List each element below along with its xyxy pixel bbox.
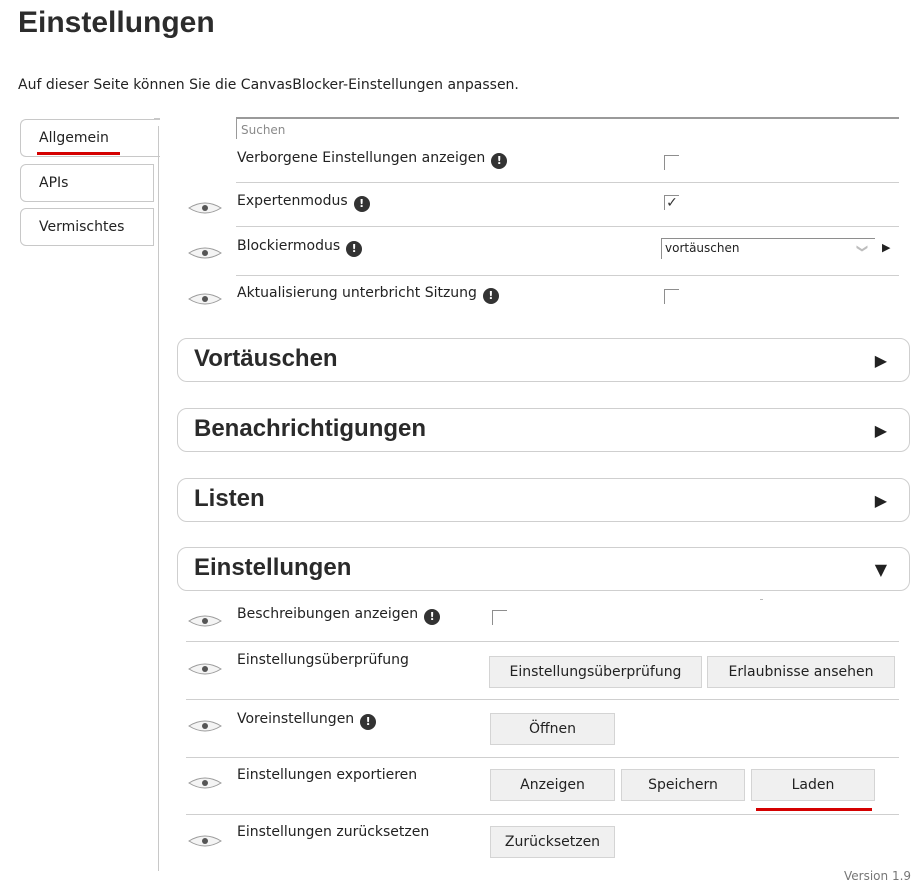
eye-icon[interactable] [188,612,222,630]
hidden-settings-label: Verborgene Einstellungen anzeigen! [237,150,508,169]
info-icon[interactable]: ! [353,196,370,212]
load-button-highlight [756,808,872,811]
info-icon[interactable]: ! [346,241,363,257]
eye-icon[interactable] [188,774,222,792]
section-benachrichtigungen[interactable]: Benachrichtigungen ▶ [177,408,910,452]
eye-icon[interactable] [188,832,222,850]
section-title: Listen [194,485,265,512]
tab-apis[interactable]: APIs [20,164,154,202]
info-icon[interactable]: ! [360,714,377,730]
info-icon[interactable]: ! [424,609,441,625]
section-title: Vortäuschen [194,345,338,372]
expand-arrow-icon: ▶ [874,491,887,510]
section-einstellungen[interactable]: Einstellungen ▼ [177,547,910,591]
reset-settings-label: Einstellungen zurücksetzen [237,824,430,840]
eye-icon[interactable] [188,244,222,262]
expand-arrow-icon[interactable]: ▶ [882,241,890,254]
expand-arrow-icon: ▶ [874,421,887,440]
collapse-arrow-icon: ▼ [874,560,887,579]
section-title: Benachrichtigungen [194,415,427,442]
page-description: Auf dieser Seite können Sie die CanvasBl… [18,77,519,93]
eye-icon[interactable] [188,717,222,735]
settings-check-button[interactable]: Einstellungsüberprüfung [489,656,702,688]
row-divider [186,699,899,700]
active-tab-indicator [37,152,120,155]
chevron-down-icon: ❯ [855,243,869,254]
expert-mode-text: Expertenmodus [237,193,348,209]
view-permissions-button[interactable]: Erlaubnisse ansehen [707,656,895,688]
row-divider [236,182,899,183]
show-descriptions-checkbox[interactable] [492,610,507,625]
block-mode-text: Blockiermodus [237,238,341,254]
tab-divider [154,118,160,119]
block-mode-label: Blockiermodus! [237,238,363,257]
expand-arrow-icon: ▶ [874,351,887,370]
block-mode-value: vortäuschen [665,241,740,255]
hidden-settings-text: Verborgene Einstellungen anzeigen [237,150,486,166]
reset-button[interactable]: Zurücksetzen [490,826,615,858]
row-divider [186,814,899,815]
update-interrupts-text: Aktualisierung unterbricht Sitzung [237,285,477,301]
section-vortaeuschen[interactable]: Vortäuschen ▶ [177,338,910,382]
update-interrupts-label: Aktualisierung unterbricht Sitzung! [237,285,499,304]
info-icon[interactable]: ! [482,288,499,304]
save-export-button[interactable]: Speichern [621,769,745,801]
show-descriptions-text: Beschreibungen anzeigen [237,606,419,622]
checkmark-icon: ✓ [666,195,678,211]
expert-mode-checkbox[interactable]: ✓ [664,195,679,210]
row-divider [236,226,899,227]
eye-icon[interactable] [188,660,222,678]
page-title: Einstellungen [18,6,215,39]
section-listen[interactable]: Listen ▶ [177,478,910,522]
presets-label: Voreinstellungen! [237,711,377,730]
info-icon[interactable]: ! [491,153,508,169]
show-descriptions-label: Beschreibungen anzeigen! [237,606,441,625]
section-title: Einstellungen [194,554,352,581]
row-divider [236,275,899,276]
open-presets-button[interactable]: Öffnen [490,713,615,745]
tab-panel-border [158,126,159,871]
tab-label: Allgemein [39,130,109,146]
settings-check-label: Einstellungsüberprüfung [237,652,409,668]
tab-label: APIs [39,175,69,191]
version-label: Version 1.9 [844,869,911,883]
update-interrupts-checkbox[interactable] [664,289,679,304]
export-settings-label: Einstellungen exportieren [237,767,418,783]
load-settings-button[interactable]: Laden [751,769,875,801]
tab-label: Vermischtes [39,219,125,235]
row-divider [186,641,899,642]
row-divider [186,757,899,758]
expert-mode-label: Expertenmodus! [237,193,370,212]
presets-text: Voreinstellungen [237,711,355,727]
hidden-settings-checkbox[interactable] [664,155,679,170]
tab-vermischtes[interactable]: Vermischtes [20,208,154,246]
block-mode-select[interactable]: vortäuschen ❯ [661,238,875,259]
decorative-dot [760,599,763,600]
eye-icon[interactable] [188,199,222,217]
search-input[interactable] [236,117,899,139]
eye-icon[interactable] [188,290,222,308]
show-export-button[interactable]: Anzeigen [490,769,615,801]
